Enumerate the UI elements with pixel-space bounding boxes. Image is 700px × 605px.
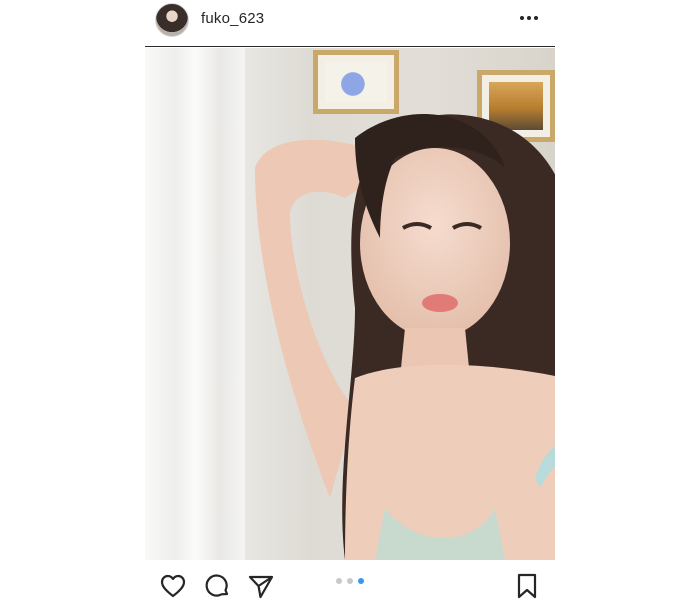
carousel-dot bbox=[347, 578, 353, 584]
curtain bbox=[145, 48, 245, 560]
carousel-dot bbox=[358, 578, 364, 584]
username[interactable]: fuko_623 bbox=[201, 10, 264, 27]
profile-avatar[interactable] bbox=[155, 3, 189, 37]
post-photo[interactable] bbox=[145, 48, 555, 560]
header-divider bbox=[145, 46, 555, 47]
post-header: fuko_623 bbox=[145, 0, 555, 46]
more-options-icon[interactable] bbox=[517, 9, 541, 27]
instagram-post: fuko_623 bbox=[145, 0, 555, 600]
portrait-figure bbox=[255, 114, 555, 560]
carousel-indicator bbox=[145, 578, 555, 590]
carousel-dot bbox=[336, 578, 342, 584]
